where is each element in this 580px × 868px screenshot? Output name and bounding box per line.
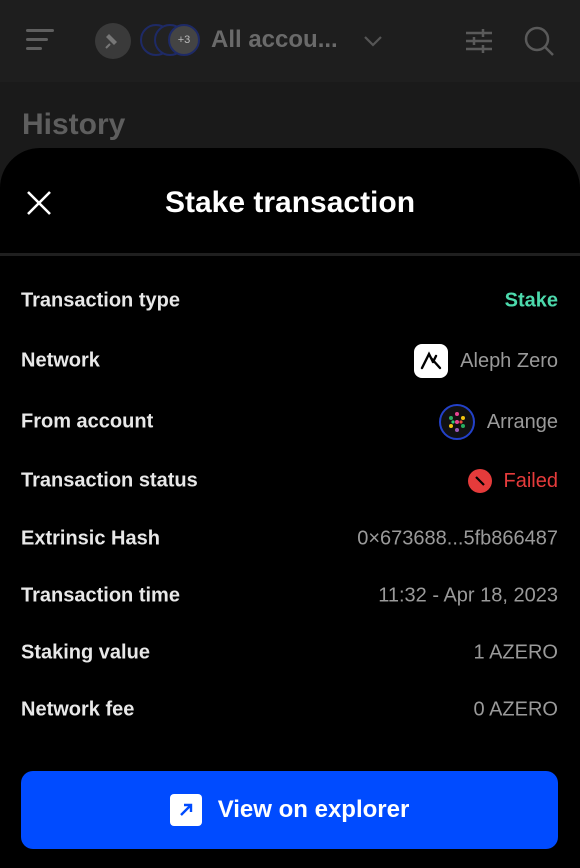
row-label: From account [21, 410, 154, 433]
transaction-type-value: Stake [505, 290, 558, 313]
row-extrinsic-hash: Extrinsic Hash 0×673688...5fb866487 [0, 510, 580, 567]
row-label: Transaction status [21, 469, 198, 492]
row-value: Failed [503, 469, 558, 492]
row-staking-value: Staking value 1 AZERO [0, 624, 580, 681]
row-label: Network [21, 349, 100, 372]
account-avatar-icon [438, 404, 475, 440]
staking-value: 1 AZERO [474, 641, 558, 664]
row-value: 1 AZERO [473, 641, 558, 663]
network-fee-value: 0 AZERO [474, 698, 558, 721]
transaction-detail-sheet: Stake transaction Transaction type Stake… [0, 148, 580, 868]
row-value: Aleph Zero [460, 349, 558, 372]
sheet-header: Stake transaction [0, 148, 580, 256]
transaction-time-value: 11:32 - Apr 18, 2023 [378, 584, 558, 607]
row-network: Network Aleph Zero [0, 330, 580, 392]
row-label: Transaction type [21, 289, 180, 312]
row-from-account: From account Arrange [0, 392, 580, 452]
row-network-fee: Network fee 0 AZERO [0, 681, 580, 738]
sheet-title: Stake transaction [164, 186, 416, 219]
search-icon[interactable] [522, 24, 556, 58]
row-label: Network fee [21, 698, 135, 720]
account-avatars[interactable]: +3 [140, 24, 200, 58]
row-value: 0×673688...5fb866487 [357, 527, 558, 549]
filter-icon[interactable] [464, 27, 494, 55]
detail-list: Transaction type Stake Network Aleph Zer… [0, 272, 580, 738]
page-title: History [22, 108, 126, 141]
row-label: Staking value [21, 641, 150, 663]
row-label: Transaction time [21, 584, 180, 606]
from-account-value: Arrange [438, 404, 558, 440]
row-transaction-type: Transaction type Stake [0, 272, 580, 330]
row-transaction-time: Transaction time 11:32 - Apr 18, 2023 [0, 567, 580, 624]
row-label: Extrinsic Hash [21, 527, 160, 549]
network-value: Aleph Zero [414, 344, 558, 378]
aleph-zero-logo-icon [414, 344, 449, 378]
row-value: 11:32 - Apr 18, 2023 [378, 584, 558, 606]
row-value: 0 AZERO [473, 698, 558, 720]
external-link-icon [169, 794, 202, 826]
row-transaction-status: Transaction status Failed [0, 452, 580, 510]
view-on-explorer-button[interactable]: View on explorer [21, 771, 558, 849]
row-value: Arrange [486, 410, 558, 433]
extrinsic-hash-value[interactable]: 0×673688...5fb866487 [357, 527, 558, 550]
account-selector[interactable]: All accou... [211, 26, 338, 54]
explorer-button-label: View on explorer [217, 796, 410, 823]
app-header: +3 All accou... [0, 0, 580, 82]
extra-accounts-badge: +3 [168, 24, 200, 56]
chevron-down-icon[interactable] [362, 30, 384, 52]
plug-icon[interactable] [95, 23, 131, 59]
row-value: Stake [504, 289, 558, 312]
status-badge: Failed [467, 469, 558, 493]
menu-icon[interactable] [26, 29, 54, 53]
failed-icon [467, 469, 492, 493]
